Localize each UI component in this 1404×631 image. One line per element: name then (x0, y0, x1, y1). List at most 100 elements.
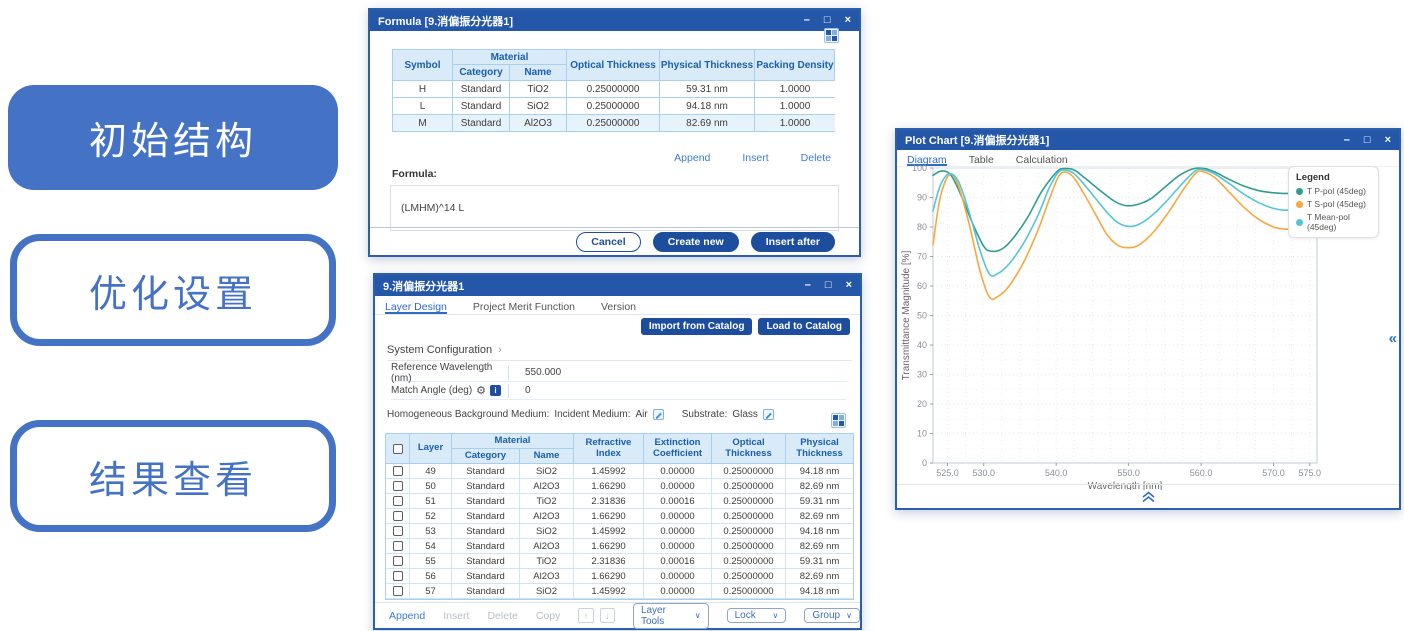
row-checkbox[interactable] (393, 481, 403, 491)
table-cell: 55 (410, 554, 452, 569)
gear-icon[interactable]: ⚙ (476, 384, 486, 397)
incident-medium-value: Air (635, 409, 647, 420)
layer-table-row[interactable]: 49StandardSiO21.459920.000000.2500000094… (386, 464, 853, 479)
customize-columns-icon[interactable] (831, 413, 846, 428)
insert-link[interactable]: Insert (443, 610, 469, 622)
maximize-icon[interactable]: □ (824, 15, 831, 26)
legend-label: T Mean-pol (45deg) (1307, 212, 1371, 232)
table-cell: 1.0000 (755, 115, 835, 132)
copy-link[interactable]: Copy (536, 610, 561, 622)
svg-text:550.0: 550.0 (1117, 468, 1140, 478)
collapse-panel-up-icon[interactable] (1141, 490, 1156, 503)
svg-text:20: 20 (917, 399, 927, 409)
group-dropdown[interactable]: Group∨ (804, 608, 860, 623)
formula-table-row[interactable]: HStandardTiO20.2500000059.31 nm1.0000 (393, 81, 834, 98)
transmittance-chart: 0102030405060708090100525.0530.0540.0550… (897, 160, 1399, 490)
table-cell: Standard (453, 98, 510, 115)
row-checkbox[interactable] (393, 466, 403, 476)
insert-after-button[interactable]: Insert after (751, 232, 835, 252)
import-from-catalog-button[interactable]: Import from Catalog (641, 318, 753, 335)
layer-table-row[interactable]: 56StandardAl2O31.662900.000000.250000008… (386, 569, 853, 584)
formula-table-row[interactable]: MStandardAl2O30.2500000082.69 nm1.0000 (393, 115, 834, 132)
col-header-material: Material (452, 434, 574, 449)
delete-link[interactable]: Delete (801, 152, 831, 164)
insert-link[interactable]: Insert (742, 152, 768, 164)
table-cell: SiO2 (520, 524, 574, 539)
minimize-icon[interactable]: – (804, 15, 810, 26)
edit-incident-medium-icon[interactable] (653, 409, 664, 420)
table-cell: Al2O3 (510, 115, 567, 132)
row-checkbox[interactable] (393, 541, 403, 551)
table-cell: 82.69 nm (786, 479, 853, 494)
layer-table-row[interactable]: 53StandardSiO21.459920.000000.2500000094… (386, 524, 853, 539)
close-icon[interactable]: × (846, 280, 852, 291)
close-icon[interactable]: × (845, 15, 851, 26)
formula-table-row[interactable]: LStandardSiO20.2500000094.18 nm1.0000 (393, 98, 834, 115)
table-cell: 49 (410, 464, 452, 479)
tab-layer-design[interactable]: Layer Design (385, 301, 447, 314)
table-cell: L (393, 98, 453, 115)
layer-tools-dropdown[interactable]: Layer Tools∨ (633, 603, 709, 629)
chart-legend: Legend T P-pol (45deg)T S-pol (45deg)T M… (1288, 166, 1379, 238)
legend-label: T S-pol (45deg) (1307, 199, 1366, 209)
table-cell: 59.31 nm (786, 554, 853, 569)
layer-table-row[interactable]: 57StandardSiO21.459920.000000.2500000094… (386, 584, 853, 599)
plot-titlebar[interactable]: Plot Chart [9.消偏振分光器1] – □ × (897, 130, 1399, 150)
layer-table-row[interactable]: 54StandardAl2O31.662900.000000.250000008… (386, 539, 853, 554)
badge-label: 优化设置 (89, 263, 257, 318)
table-cell: 0.00000 (644, 539, 712, 554)
minimize-icon[interactable]: – (805, 280, 811, 291)
delete-link[interactable]: Delete (487, 610, 517, 622)
expand-side-panel-icon[interactable]: « (1389, 330, 1397, 347)
row-checkbox[interactable] (393, 586, 403, 596)
minimize-icon[interactable]: – (1344, 135, 1350, 146)
maximize-icon[interactable]: □ (1364, 135, 1371, 146)
svg-text:80: 80 (917, 222, 927, 232)
append-link[interactable]: Append (674, 152, 710, 164)
match-angle-value[interactable]: 0 (525, 385, 531, 396)
layer-table: Layer Material Category Name Refractive … (385, 433, 854, 600)
substrate-value: Glass (732, 409, 758, 420)
create-new-button[interactable]: Create new (653, 232, 739, 252)
system-configuration-header[interactable]: System Configuration› (387, 344, 852, 361)
svg-text:60: 60 (917, 281, 927, 291)
col-header-category: Category (453, 65, 510, 81)
table-cell: 57 (410, 584, 452, 599)
cancel-button[interactable]: Cancel (576, 232, 640, 252)
table-cell: 54 (410, 539, 452, 554)
reference-wavelength-value[interactable]: 550.000 (525, 367, 561, 378)
layer-table-row[interactable]: 55StandardTiO22.318360.000160.2500000059… (386, 554, 853, 569)
move-down-icon[interactable]: ↓ (600, 608, 615, 623)
row-checkbox[interactable] (393, 526, 403, 536)
maximize-icon[interactable]: □ (825, 280, 832, 291)
col-header-refractive-index: Refractive Index (574, 434, 644, 464)
row-checkbox[interactable] (393, 496, 403, 506)
row-checkbox[interactable] (393, 556, 403, 566)
row-checkbox[interactable] (393, 511, 403, 521)
lock-dropdown[interactable]: Lock∨ (727, 608, 787, 623)
load-to-catalog-button[interactable]: Load to Catalog (758, 318, 850, 335)
formula-input[interactable]: (LMHM)^14 L (390, 185, 839, 231)
table-cell: SiO2 (510, 98, 567, 115)
table-cell: TiO2 (520, 494, 574, 509)
chevron-down-icon: ∨ (695, 611, 701, 620)
move-up-icon[interactable]: ↑ (578, 608, 593, 623)
layer-titlebar[interactable]: 9.消偏振分光器1 – □ × (375, 275, 860, 296)
info-icon[interactable]: i (490, 385, 501, 396)
append-link[interactable]: Append (389, 610, 425, 622)
customize-columns-icon[interactable] (824, 28, 839, 43)
table-cell: 0.00016 (644, 494, 712, 509)
row-checkbox[interactable] (393, 571, 403, 581)
tab-project-merit-function[interactable]: Project Merit Function (473, 301, 575, 314)
edit-substrate-icon[interactable] (763, 409, 774, 420)
tab-version[interactable]: Version (601, 301, 636, 314)
layer-table-row[interactable]: 52StandardAl2O31.662900.000000.250000008… (386, 509, 853, 524)
formula-titlebar[interactable]: Formula [9.消偏振分光器1] – □ × (370, 10, 859, 31)
close-icon[interactable]: × (1385, 135, 1391, 146)
table-cell: TiO2 (520, 554, 574, 569)
table-cell: 0.25000000 (712, 584, 786, 599)
table-cell: 50 (410, 479, 452, 494)
select-all-checkbox[interactable] (393, 444, 403, 454)
layer-table-row[interactable]: 50StandardAl2O31.662900.000000.250000008… (386, 479, 853, 494)
layer-table-row[interactable]: 51StandardTiO22.318360.000160.2500000059… (386, 494, 853, 509)
